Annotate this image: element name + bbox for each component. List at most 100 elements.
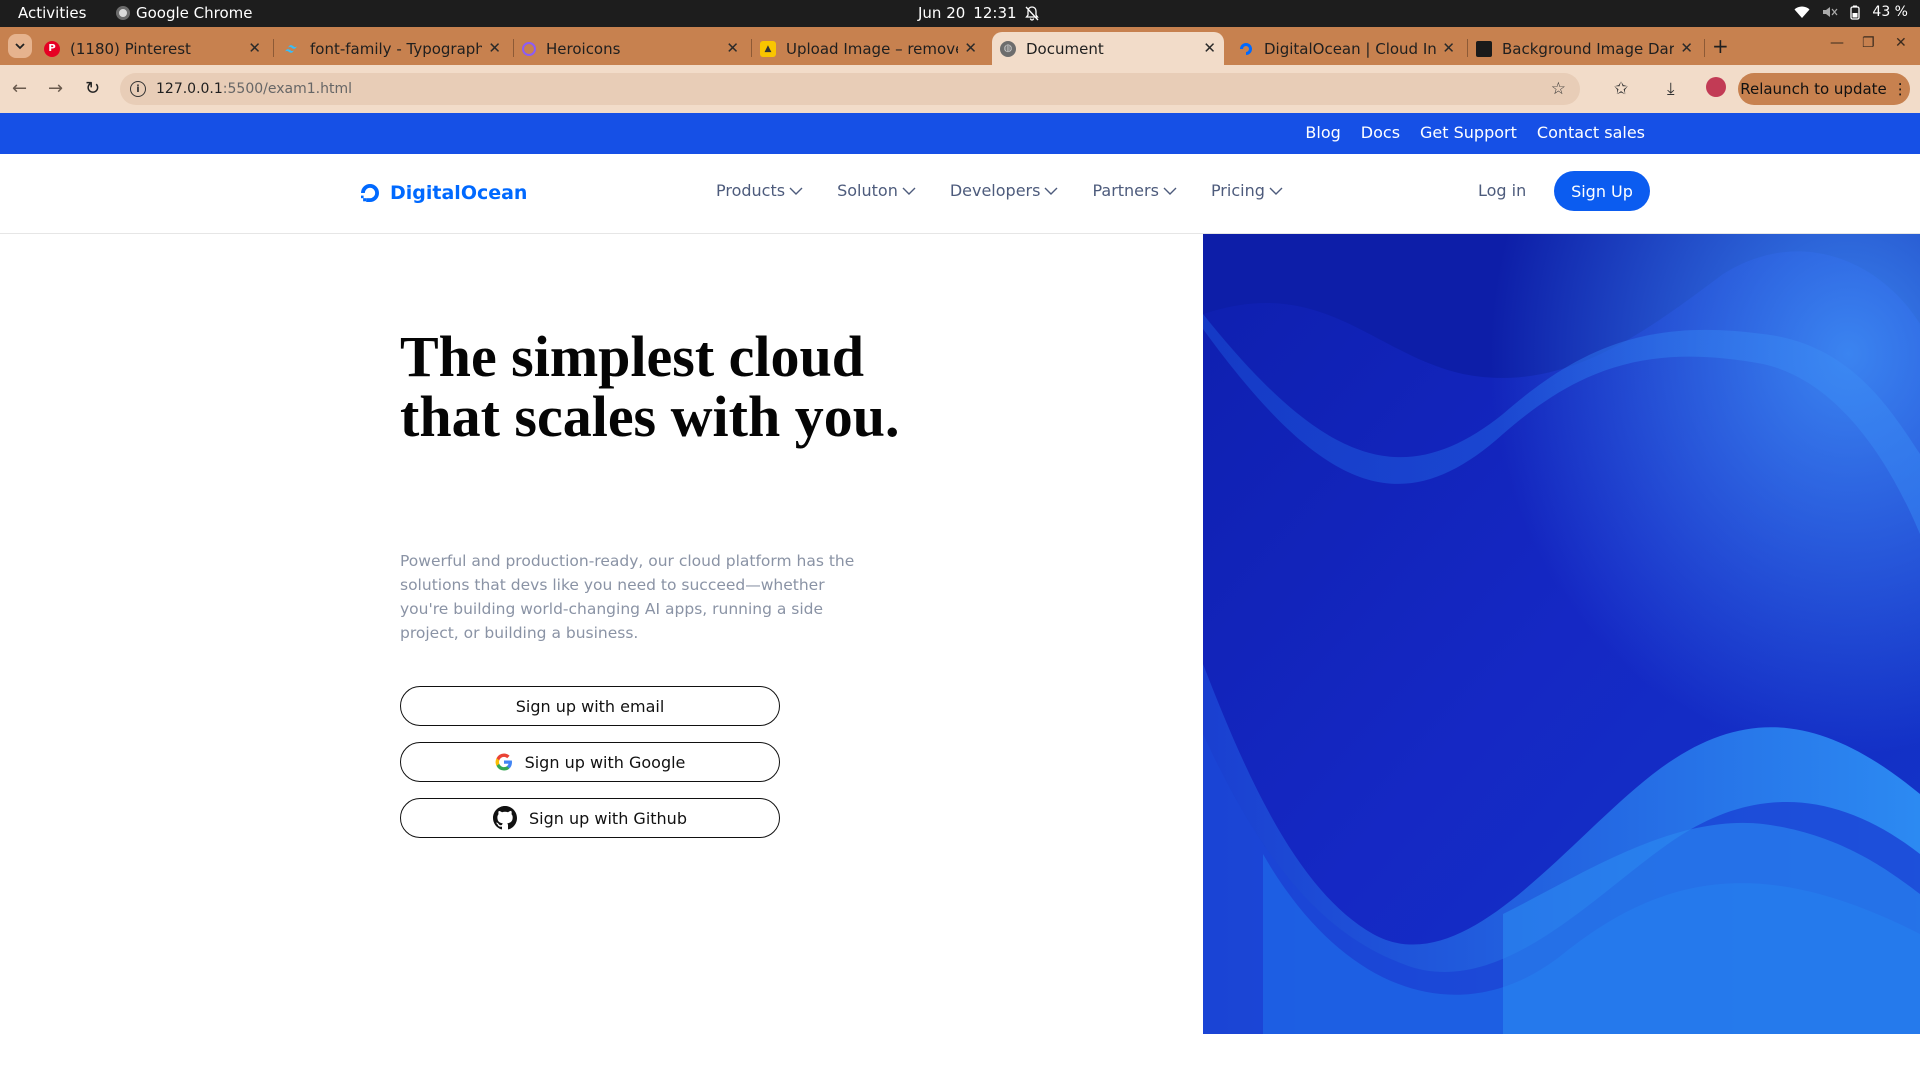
close-icon[interactable]: ✕ [964, 39, 977, 57]
removebg-icon: ▲ [760, 40, 776, 57]
nav-developers[interactable]: Developers [950, 181, 1059, 200]
app-indicator[interactable]: Google Chrome [116, 4, 253, 22]
nav-label: Products [716, 181, 786, 200]
tab-document[interactable]: ◍ Document ✕ [992, 32, 1224, 65]
close-window-icon[interactable]: ✕ [1895, 35, 1907, 51]
sign-up-google-button[interactable]: Sign up with Google [400, 742, 780, 782]
site-info-icon[interactable]: i [130, 81, 146, 97]
chevron-down-icon [1044, 187, 1058, 195]
wifi-icon [1794, 6, 1810, 18]
profile-avatar[interactable] [1706, 77, 1726, 97]
tab-title: Heroicons [546, 39, 621, 58]
tab-pinterest[interactable]: P (1180) Pinterest ✕ [44, 32, 269, 65]
reload-icon[interactable]: ↻ [85, 78, 100, 99]
google-icon [495, 753, 512, 771]
system-tray[interactable]: 43 % [1794, 4, 1908, 20]
page-content: Blog Docs Get Support Contact sales Digi… [0, 113, 1920, 1080]
battery-icon [1850, 5, 1861, 20]
close-icon[interactable]: ✕ [1442, 39, 1455, 57]
close-icon[interactable]: ✕ [248, 39, 261, 57]
back-arrow-icon[interactable]: ← [12, 78, 27, 99]
tab-title: font-family - Typography [310, 39, 482, 58]
relaunch-button[interactable]: Relaunch to update ⋮ [1738, 73, 1910, 105]
activities-button[interactable]: Activities [18, 4, 86, 22]
sign-up-github-button[interactable]: Sign up with Github [400, 798, 780, 838]
hero-description: Powerful and production-ready, our cloud… [400, 552, 855, 642]
nav-label: Developers [949, 181, 1041, 200]
top-links: Blog Docs Get Support Contact sales [1305, 123, 1645, 142]
top-link-blog[interactable]: Blog [1305, 123, 1340, 142]
tab-title: Upload Image – remove.bg [786, 39, 958, 58]
hero-background-art [1203, 234, 1920, 1034]
logo[interactable]: DigitalOcean [358, 181, 527, 205]
nav-label: Soluton [837, 181, 898, 200]
clock-date: Jun 20 [918, 4, 966, 22]
top-link-docs[interactable]: Docs [1361, 123, 1400, 142]
tab-font-family[interactable]: font-family - Typography ✕ [284, 32, 509, 65]
nav-products[interactable]: Products [716, 181, 803, 200]
chevron-down-icon [15, 42, 25, 49]
bookmark-star-icon[interactable]: ☆ [1551, 79, 1566, 99]
chevron-down-icon [1269, 187, 1283, 195]
relaunch-label: Relaunch to update [1740, 80, 1887, 98]
clock-time: 12:31 [973, 4, 1017, 22]
heroicons-icon [522, 41, 536, 56]
cta-label: Sign up with Github [529, 808, 687, 828]
close-icon[interactable]: ✕ [1680, 39, 1693, 57]
url-host: 127.0.0.1 [156, 81, 223, 97]
forward-arrow-icon[interactable]: → [48, 78, 63, 99]
login-link[interactable]: Log in [1478, 181, 1526, 200]
tab-separator [273, 39, 274, 57]
digitalocean-logo-icon [361, 184, 379, 202]
tab-separator [751, 39, 752, 57]
logo-text: DigitalOcean [390, 182, 528, 204]
volume-muted-icon [1823, 7, 1838, 17]
nav-label: Partners [1092, 181, 1159, 200]
sign-up-button[interactable]: Sign Up [1554, 171, 1650, 211]
pinterest-icon: P [44, 40, 60, 57]
nav-partners[interactable]: Partners [1092, 181, 1177, 200]
primary-nav: Products Soluton Developers Partners Pri… [716, 181, 1283, 200]
tab-title: (1180) Pinterest [70, 39, 191, 58]
close-icon[interactable]: ✕ [726, 39, 739, 57]
chevron-down-icon [902, 187, 916, 195]
tab-separator [1467, 39, 1468, 57]
download-icon[interactable]: ⤓ [1667, 79, 1675, 99]
tab-title: DigitalOcean | Cloud Infrastructure [1264, 39, 1436, 58]
nav-solution[interactable]: Soluton [837, 181, 916, 200]
chevron-down-icon [789, 187, 803, 195]
app-name: Google Chrome [136, 4, 253, 22]
minimize-icon[interactable]: — [1830, 35, 1844, 51]
tab-title: Background Image Dark [1502, 39, 1674, 58]
freepik-icon [1476, 40, 1492, 57]
top-link-support[interactable]: Get Support [1420, 123, 1517, 142]
cta-label: Sign up with Google [524, 752, 686, 772]
bookmarks-icon[interactable]: ✩ [1614, 79, 1628, 99]
tab-search-button[interactable] [8, 34, 32, 58]
main-nav: DigitalOcean Products Soluton Developers… [0, 154, 1920, 234]
close-icon[interactable]: ✕ [488, 39, 501, 57]
new-tab-button[interactable]: + [1712, 34, 1729, 58]
tab-separator [1704, 39, 1705, 57]
top-link-contact-sales[interactable]: Contact sales [1537, 123, 1645, 142]
tab-heroicons[interactable]: Heroicons ✕ [522, 32, 747, 65]
digitalocean-icon [1238, 41, 1254, 57]
tab-removebg[interactable]: ▲ Upload Image – remove.bg ✕ [760, 32, 985, 65]
tab-digitalocean[interactable]: DigitalOcean | Cloud Infrastructure ✕ [1238, 32, 1463, 65]
tab-separator [513, 39, 514, 57]
clock[interactable]: Jun 20 12:31 [918, 4, 1039, 22]
bell-icon [1024, 5, 1039, 21]
close-icon[interactable]: ✕ [1203, 39, 1216, 57]
os-top-bar: Activities Google Chrome Jun 20 12:31 43… [0, 0, 1920, 27]
restore-icon[interactable]: ❐ [1862, 35, 1875, 51]
address-bar[interactable]: i 127.0.0.1 :5500/exam1.html ☆ [120, 73, 1580, 105]
battery-percent: 43 % [1872, 4, 1908, 20]
tab-background-image[interactable]: Background Image Dark ✕ [1476, 32, 1701, 65]
kebab-menu-icon: ⋮ [1892, 80, 1908, 98]
url-path: :5500/exam1.html [222, 81, 352, 97]
chrome-icon [116, 6, 130, 20]
tab-strip: P (1180) Pinterest ✕ font-family - Typog… [0, 27, 1920, 65]
sign-up-email-button[interactable]: Sign up with email [400, 686, 780, 726]
nav-pricing[interactable]: Pricing [1211, 181, 1283, 200]
top-link-strip: Blog Docs Get Support Contact sales [0, 113, 1920, 154]
